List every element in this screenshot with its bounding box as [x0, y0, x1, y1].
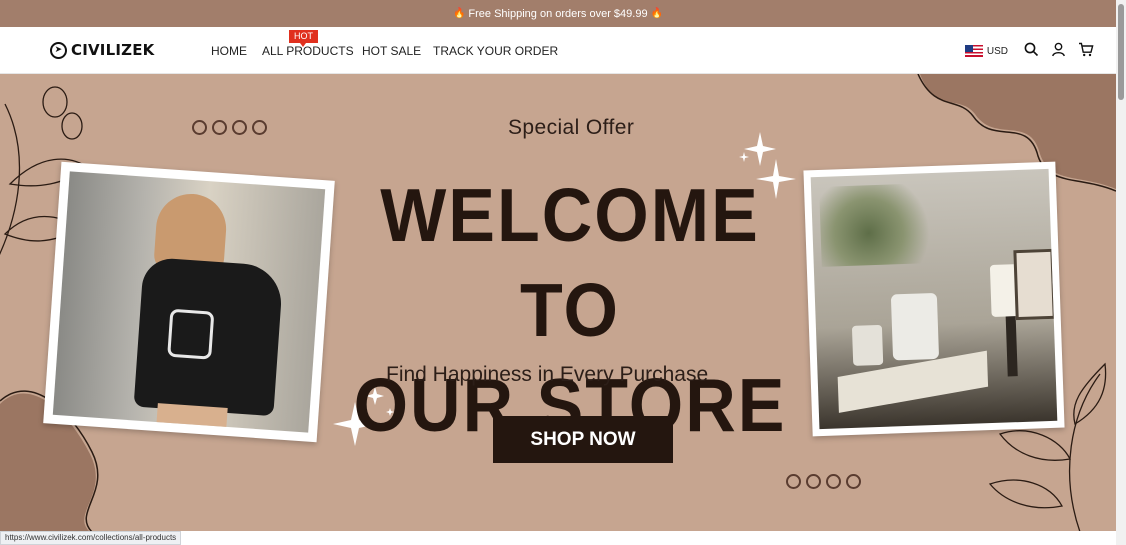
brand-logo[interactable]: ➤ CIVILIZEK — [50, 41, 154, 59]
hot-badge: HOT — [289, 30, 318, 47]
announcement-bar: 🔥 Free Shipping on orders over $49.99 🔥 — [0, 0, 1116, 27]
brand-name: CIVILIZEK — [71, 41, 155, 59]
shop-now-button[interactable]: SHOP NOW — [493, 416, 673, 463]
site-header: ➤ CIVILIZEK HOME ALL PRODUCTS HOT SALE T… — [0, 27, 1116, 74]
page: 🔥 Free Shipping on orders over $49.99 🔥 … — [0, 0, 1126, 545]
decor-dot — [826, 474, 841, 489]
hero-photo-left — [43, 161, 335, 443]
header-tools: USD — [964, 42, 1094, 60]
hero-tagline: Find Happiness in Every Purchase — [386, 363, 709, 386]
hero-title: WELCOME TO OUR STORE — [330, 167, 810, 452]
decor-dot — [192, 120, 207, 135]
decor-dot — [232, 120, 247, 135]
search-icon[interactable] — [1024, 42, 1039, 60]
account-icon[interactable] — [1051, 42, 1066, 60]
decor-dot — [786, 474, 801, 489]
decor-dot — [806, 474, 821, 489]
nav-item-track-order[interactable]: TRACK YOUR ORDER — [433, 44, 558, 58]
nav-item-all-products[interactable]: ALL PRODUCTS — [262, 44, 354, 58]
status-bar-url: https://www.civilizek.com/collections/al… — [0, 531, 182, 545]
page-scrollbar[interactable] — [1116, 0, 1126, 545]
hero-photo-right — [803, 161, 1065, 437]
decor-dots-bottom — [786, 474, 861, 489]
us-flag-icon — [964, 45, 983, 57]
announcement-text: Free Shipping on orders over $49.99 — [468, 7, 648, 20]
decor-dot — [252, 120, 267, 135]
logo-arrow-icon: ➤ — [50, 41, 67, 59]
scrollbar-thumb[interactable] — [1118, 4, 1124, 100]
cart-icon[interactable] — [1078, 42, 1094, 60]
nav-item-hot-sale[interactable]: HOT SALE — [362, 44, 421, 58]
hero-title-line-1: WELCOME TO — [380, 172, 760, 353]
decor-dot — [212, 120, 227, 135]
decor-dot — [846, 474, 861, 489]
currency-label: USD — [986, 45, 1008, 57]
fire-icon: 🔥 — [650, 8, 664, 19]
nav-item-home[interactable]: HOME — [211, 44, 247, 58]
decor-dots-top — [192, 120, 267, 135]
currency-selector[interactable]: USD — [964, 45, 1008, 57]
hero-banner[interactable]: Special Offer WELCOME TO OUR STORE Find … — [0, 74, 1116, 532]
fire-icon: 🔥 — [452, 8, 466, 19]
special-offer-heading: Special Offer — [508, 116, 635, 139]
